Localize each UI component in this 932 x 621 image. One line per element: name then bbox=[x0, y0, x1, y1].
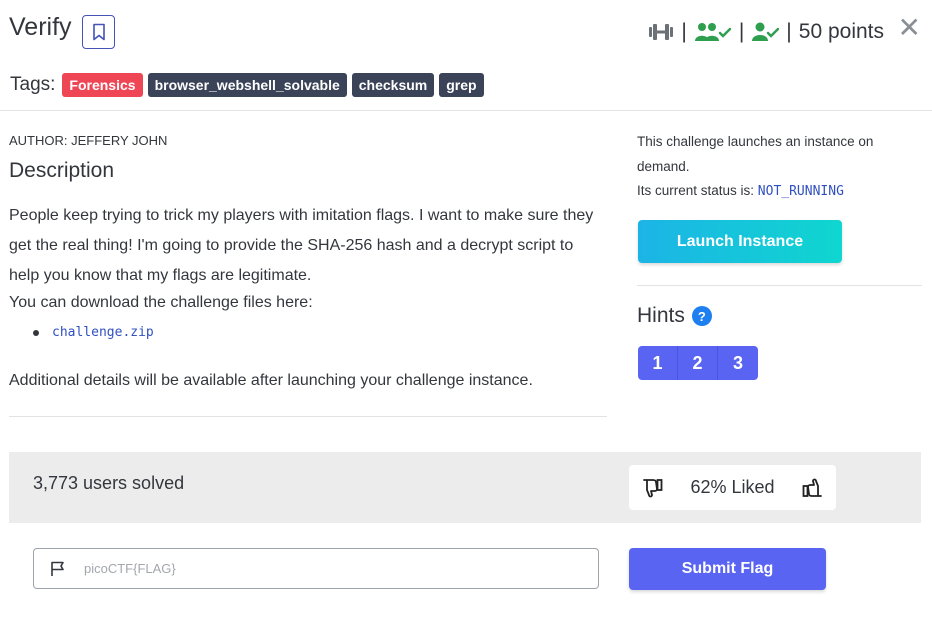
liked-percentage: 62% Liked bbox=[690, 477, 775, 497]
hints-title: Hints bbox=[637, 304, 685, 327]
additional-text: Additional details will be available aft… bbox=[9, 372, 533, 389]
file-list-item: challenge.zip bbox=[33, 325, 154, 340]
tag-checksum[interactable]: checksum bbox=[351, 73, 435, 97]
stats-bar: 3,773 users solved 62% Liked bbox=[9, 452, 921, 523]
tag-browser-webshell-solvable[interactable]: browser_webshell_solvable bbox=[147, 73, 347, 97]
divider bbox=[637, 285, 922, 286]
separator: | bbox=[738, 20, 745, 43]
status-value: NOT_RUNNING bbox=[757, 184, 844, 199]
question-icon[interactable]: ? bbox=[691, 306, 712, 326]
tags-label: Tags: bbox=[10, 74, 56, 95]
users-solved: 3,773 users solved bbox=[33, 473, 185, 493]
instance-status: Its current status is: NOT_RUNNING bbox=[637, 183, 844, 199]
close-icon[interactable]: ✕ bbox=[898, 14, 921, 42]
challenge-meta: | | | 50 points bbox=[648, 18, 884, 46]
author: AUTHOR: JEFFERY JOHN bbox=[9, 133, 168, 148]
flag-input-field[interactable] bbox=[33, 548, 599, 589]
points: 50 points bbox=[798, 20, 884, 43]
thumbs-up-icon[interactable] bbox=[802, 478, 824, 498]
thumbs-down-icon[interactable] bbox=[641, 478, 663, 498]
description-heading: Description bbox=[9, 159, 115, 182]
download-text: You can download the challenge files her… bbox=[9, 294, 313, 311]
flag-icon bbox=[51, 561, 64, 576]
like-widget: 62% Liked bbox=[629, 465, 836, 510]
challenge-title: Verify bbox=[9, 13, 72, 41]
user-check-icon bbox=[752, 22, 780, 41]
flag-input[interactable] bbox=[84, 561, 564, 576]
separator: | bbox=[786, 20, 792, 43]
challenge-header: Verify | | | 50 points ✕ Tags: Forensics… bbox=[0, 0, 932, 111]
separator: | bbox=[681, 20, 687, 43]
bookmark-icon bbox=[92, 23, 105, 41]
instance-info: This challenge launches an instance on d… bbox=[637, 134, 874, 174]
hint-button-2[interactable]: 2 bbox=[678, 346, 718, 380]
hints-heading: Hints ? bbox=[637, 304, 712, 328]
challenge-file-link[interactable]: challenge.zip bbox=[52, 325, 154, 340]
tag-grep[interactable]: grep bbox=[439, 73, 484, 97]
tags-row: Tags: Forensics browser_webshell_solvabl… bbox=[10, 73, 489, 97]
dumbbell-icon bbox=[649, 24, 674, 40]
description-text: People keep trying to trick my players w… bbox=[9, 207, 594, 284]
launch-instance-button[interactable]: Launch Instance bbox=[638, 220, 842, 263]
bookmark-button[interactable] bbox=[82, 15, 115, 49]
status-label: Its current status is: bbox=[637, 183, 758, 198]
divider bbox=[9, 416, 607, 417]
users-check-icon bbox=[694, 23, 732, 41]
submit-flag-button[interactable]: Submit Flag bbox=[629, 548, 826, 590]
hint-button-3[interactable]: 3 bbox=[718, 346, 758, 380]
bullet bbox=[33, 329, 39, 336]
hint-button-1[interactable]: 1 bbox=[638, 346, 678, 380]
hint-buttons: 1 2 3 bbox=[638, 346, 758, 380]
tag-forensics[interactable]: Forensics bbox=[62, 73, 143, 97]
